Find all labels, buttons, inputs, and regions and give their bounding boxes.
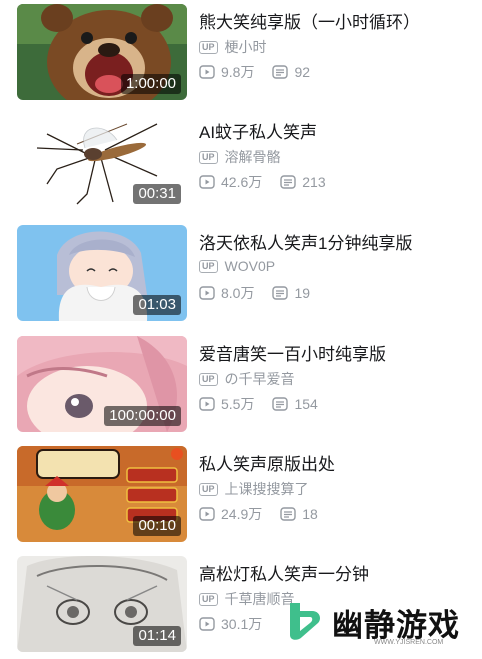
video-thumbnail[interactable]: 00:31 bbox=[17, 114, 187, 210]
video-thumbnail[interactable]: 01:03 bbox=[17, 225, 187, 321]
uploader-line[interactable]: UP WOV0P bbox=[199, 258, 275, 274]
stats-line: 9.8万 92 bbox=[199, 62, 310, 82]
video-title[interactable]: AI蚊子私人笑声 bbox=[199, 118, 474, 143]
video-duration: 1:00:00 bbox=[120, 74, 181, 94]
uploader-name[interactable]: 上课搜搜算了 bbox=[225, 479, 309, 499]
video-thumbnail[interactable]: 100:00:00 bbox=[17, 336, 187, 432]
play-count-icon bbox=[199, 65, 215, 79]
up-badge: UP bbox=[199, 40, 218, 54]
view-count: 9.8万 bbox=[221, 64, 255, 80]
play-count-icon bbox=[199, 617, 215, 631]
video-title[interactable]: 熊大笑纯享版（一小时循环） bbox=[199, 8, 474, 33]
comment-count-icon bbox=[272, 397, 289, 411]
video-item[interactable]: 00:10 私人笑声原版出处 UP 上课搜搜算了 24.9万 18 bbox=[0, 446, 482, 542]
video-item[interactable]: 00:31 AI蚊子私人笑声 UP 溶解骨骼 42.6万 213 bbox=[0, 114, 482, 210]
video-title[interactable]: 高松灯私人笑声一分钟 bbox=[199, 560, 474, 585]
video-duration: 01:14 bbox=[133, 626, 181, 646]
up-badge: UP bbox=[199, 482, 218, 496]
view-count: 5.5万 bbox=[221, 396, 255, 412]
stats-line: 24.9万 18 bbox=[199, 504, 318, 524]
video-thumbnail[interactable]: 01:14 bbox=[17, 556, 187, 652]
play-count-icon bbox=[199, 507, 215, 521]
comment-count: 213 bbox=[302, 174, 326, 190]
video-duration: 00:31 bbox=[133, 184, 181, 204]
video-title[interactable]: 洛天依私人笑声1分钟纯享版 bbox=[199, 229, 474, 254]
up-badge: UP bbox=[199, 150, 218, 164]
video-item[interactable]: 01:03 洛天依私人笑声1分钟纯享版 UP WOV0P 8.0万 19 bbox=[0, 225, 482, 321]
view-count: 8.0万 bbox=[221, 285, 255, 301]
uploader-line[interactable]: UP の千早爱音 bbox=[199, 369, 295, 389]
up-badge: UP bbox=[199, 592, 218, 606]
video-title[interactable]: 私人笑声原版出处 bbox=[199, 450, 474, 475]
stats-line: 8.0万 19 bbox=[199, 283, 310, 303]
uploader-name[interactable]: の千早爱音 bbox=[225, 369, 295, 389]
uploader-line[interactable]: UP 上课搜搜算了 bbox=[199, 479, 309, 499]
comment-count-icon bbox=[280, 507, 296, 521]
view-count: 24.9万 bbox=[221, 506, 263, 522]
site-watermark: 幽静游戏 WWW.YJISREN.COM bbox=[282, 597, 472, 651]
video-duration: 01:03 bbox=[133, 295, 181, 315]
stats-line: 30.1万 bbox=[199, 614, 262, 634]
up-badge: UP bbox=[199, 372, 218, 386]
video-thumbnail[interactable]: 00:10 bbox=[17, 446, 187, 542]
up-badge: UP bbox=[199, 259, 218, 273]
comment-count-icon bbox=[272, 65, 289, 79]
video-duration: 00:10 bbox=[133, 516, 181, 536]
play-count-icon bbox=[199, 397, 215, 411]
uploader-line[interactable]: UP 千草唐顺音 bbox=[199, 589, 295, 609]
stats-line: 42.6万 213 bbox=[199, 172, 326, 192]
comment-count-icon bbox=[272, 286, 289, 300]
comment-count-icon bbox=[280, 175, 296, 189]
watermark-logo-icon bbox=[290, 603, 320, 640]
comment-count: 18 bbox=[302, 506, 318, 522]
uploader-line[interactable]: UP 梗小时 bbox=[199, 37, 267, 57]
watermark-url: WWW.YJISREN.COM bbox=[374, 639, 444, 646]
play-count-icon bbox=[199, 286, 215, 300]
comment-count: 154 bbox=[294, 396, 318, 412]
comment-count: 19 bbox=[294, 285, 311, 301]
video-duration: 100:00:00 bbox=[104, 406, 181, 426]
stats-line: 5.5万 154 bbox=[199, 394, 318, 414]
view-count: 30.1万 bbox=[221, 616, 263, 632]
video-thumbnail[interactable]: 1:00:00 bbox=[17, 4, 187, 100]
video-item[interactable]: 100:00:00 爱音唐笑一百小时纯享版 UP の千早爱音 5.5万 154 bbox=[0, 336, 482, 432]
play-count-icon bbox=[199, 175, 215, 189]
video-item[interactable]: 1:00:00 熊大笑纯享版（一小时循环） UP 梗小时 9.8万 92 bbox=[0, 4, 482, 100]
view-count: 42.6万 bbox=[221, 174, 263, 190]
uploader-name[interactable]: 梗小时 bbox=[225, 37, 267, 57]
comment-count: 92 bbox=[294, 64, 311, 80]
uploader-name[interactable]: 溶解骨骼 bbox=[225, 147, 281, 167]
uploader-name[interactable]: WOV0P bbox=[225, 258, 276, 274]
video-title[interactable]: 爱音唐笑一百小时纯享版 bbox=[199, 340, 474, 365]
uploader-line[interactable]: UP 溶解骨骼 bbox=[199, 147, 281, 167]
